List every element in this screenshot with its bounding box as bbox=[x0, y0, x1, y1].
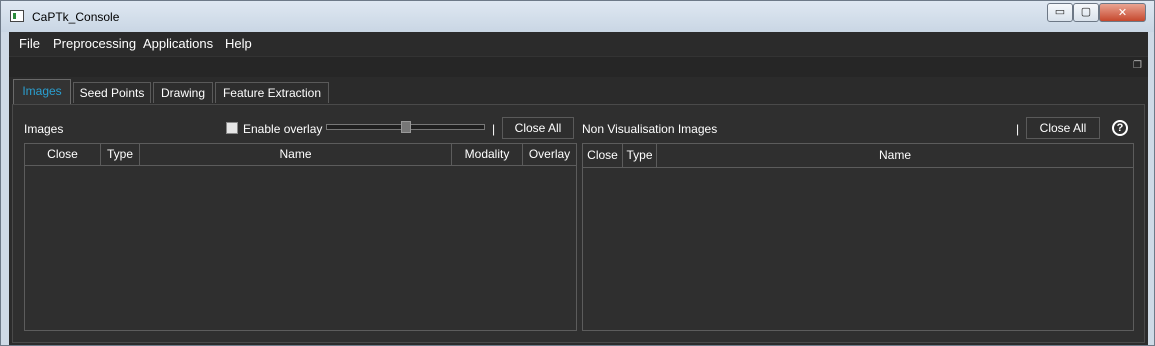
images-tab-panel: Images Enable overlay | Close All Non Vi… bbox=[12, 104, 1145, 343]
column-close[interactable]: Close bbox=[583, 144, 623, 167]
app-window: CaPTk_Console ▭ ▢ ✕ File Preprocessing A… bbox=[0, 0, 1155, 346]
enable-overlay-label: Enable overlay bbox=[243, 122, 323, 136]
close-icon: ✕ bbox=[1117, 6, 1128, 19]
client-area: File Preprocessing Applications Help ❐ I… bbox=[9, 32, 1148, 345]
maximize-button[interactable]: ▢ bbox=[1073, 3, 1099, 22]
menu-applications[interactable]: Applications bbox=[143, 36, 213, 51]
non-vis-images-table: Close Type Name bbox=[582, 143, 1134, 331]
images-panel-title: Images bbox=[24, 122, 64, 136]
tab-bar: Images Seed Points Drawing Feature Extra… bbox=[9, 77, 1148, 105]
menu-bar: File Preprocessing Applications Help bbox=[9, 32, 1148, 56]
images-table: Close Type Name Modality Overlay bbox=[24, 143, 577, 331]
minimize-icon: ▭ bbox=[1054, 6, 1066, 18]
column-name[interactable]: Name bbox=[657, 144, 1133, 167]
tab-feature-extraction[interactable]: Feature Extraction bbox=[215, 82, 329, 103]
dock-title-strip: ❐ bbox=[9, 56, 1148, 77]
close-button[interactable]: ✕ bbox=[1099, 3, 1146, 22]
column-modality[interactable]: Modality bbox=[452, 144, 523, 165]
overlay-opacity-slider[interactable] bbox=[326, 121, 485, 133]
captk-app-icon bbox=[10, 10, 24, 22]
float-dock-icon[interactable]: ❐ bbox=[1133, 60, 1142, 71]
column-overlay[interactable]: Overlay bbox=[523, 144, 576, 165]
column-name[interactable]: Name bbox=[140, 144, 452, 165]
help-circle-icon[interactable]: ? bbox=[1112, 120, 1128, 136]
close-all-non-vis-button[interactable]: Close All bbox=[1026, 117, 1100, 139]
overlay-slider-handle[interactable] bbox=[401, 121, 411, 133]
tab-drawing[interactable]: Drawing bbox=[153, 82, 213, 103]
menu-preprocessing[interactable]: Preprocessing bbox=[53, 36, 136, 51]
non-vis-table-header: Close Type Name bbox=[583, 144, 1133, 168]
minimize-button[interactable]: ▭ bbox=[1047, 3, 1073, 22]
tab-images[interactable]: Images bbox=[13, 79, 71, 104]
enable-overlay-checkbox[interactable] bbox=[226, 122, 238, 134]
column-type[interactable]: Type bbox=[101, 144, 140, 165]
tab-seed-points[interactable]: Seed Points bbox=[73, 82, 151, 103]
menu-file[interactable]: File bbox=[19, 36, 40, 51]
maximize-icon: ▢ bbox=[1080, 6, 1092, 18]
menu-help[interactable]: Help bbox=[225, 36, 252, 51]
column-type[interactable]: Type bbox=[623, 144, 657, 167]
images-table-header: Close Type Name Modality Overlay bbox=[25, 144, 576, 166]
images-toolbar-separator: | bbox=[492, 122, 496, 136]
title-bar[interactable]: CaPTk_Console ▭ ▢ ✕ bbox=[1, 1, 1154, 32]
column-close[interactable]: Close bbox=[25, 144, 101, 165]
close-all-images-button[interactable]: Close All bbox=[502, 117, 574, 139]
non-vis-panel-title: Non Visualisation Images bbox=[582, 122, 718, 136]
window-title: CaPTk_Console bbox=[32, 10, 120, 24]
non-vis-toolbar-separator: | bbox=[1016, 122, 1020, 136]
